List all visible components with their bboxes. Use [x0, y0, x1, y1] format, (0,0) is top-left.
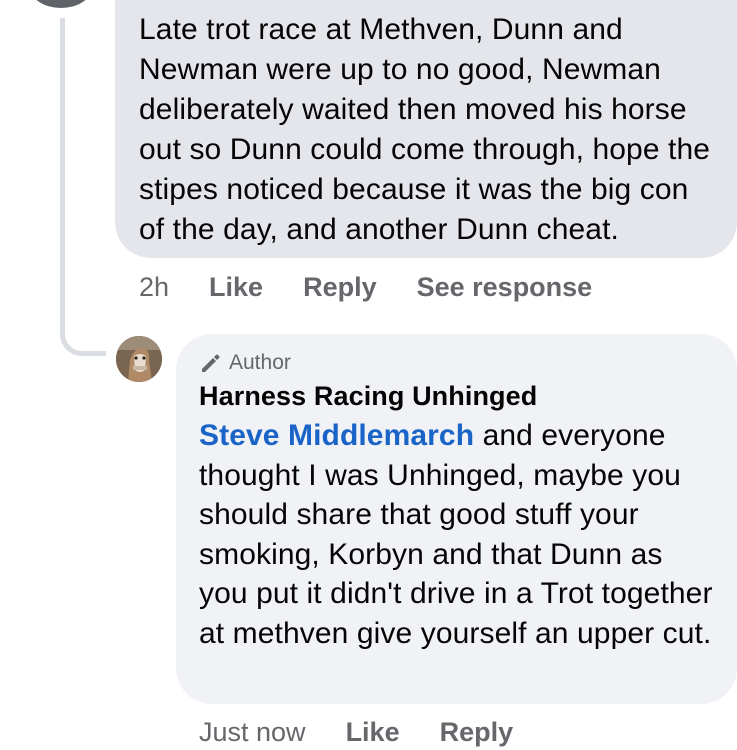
author-badge-label: Author [229, 351, 291, 374]
parent-comment-actions: 2h Like Reply See response [139, 268, 592, 306]
reply-comment-text: Steve Middlemarch and everyone thought I… [199, 416, 717, 653]
pencil-icon [202, 354, 220, 372]
parent-like-button[interactable]: Like [209, 272, 263, 303]
comment-thread: Late trot race at Methven, Dunn and Newm… [0, 0, 737, 750]
parent-comment-text: Late trot race at Methven, Dunn and Newm… [139, 13, 711, 246]
thread-connector-line [60, 18, 106, 356]
reply-comment-body: and everyone thought I was Unhinged, may… [199, 419, 713, 650]
parent-reply-button[interactable]: Reply [303, 272, 377, 303]
reply-author-name[interactable]: Harness Racing Unhinged [199, 378, 717, 414]
see-response-button[interactable]: See response [417, 272, 593, 303]
parent-comment-bubble: Late trot race at Methven, Dunn and Newm… [115, 0, 737, 258]
parent-commenter-avatar[interactable] [30, 0, 92, 8]
reply-like-button[interactable]: Like [346, 717, 400, 748]
reply-comment-actions: Just now Like Reply [199, 712, 513, 750]
reply-comment-bubble: Author Harness Racing Unhinged Steve Mid… [176, 334, 737, 704]
author-badge: Author [199, 348, 717, 378]
parent-comment-timestamp[interactable]: 2h [139, 272, 169, 303]
horse-photo-icon [116, 336, 162, 382]
reply-author-avatar[interactable] [116, 336, 162, 382]
mention-link[interactable]: Steve Middlemarch [199, 419, 474, 452]
reply-comment-timestamp[interactable]: Just now [199, 717, 306, 748]
reply-reply-button[interactable]: Reply [440, 717, 514, 748]
